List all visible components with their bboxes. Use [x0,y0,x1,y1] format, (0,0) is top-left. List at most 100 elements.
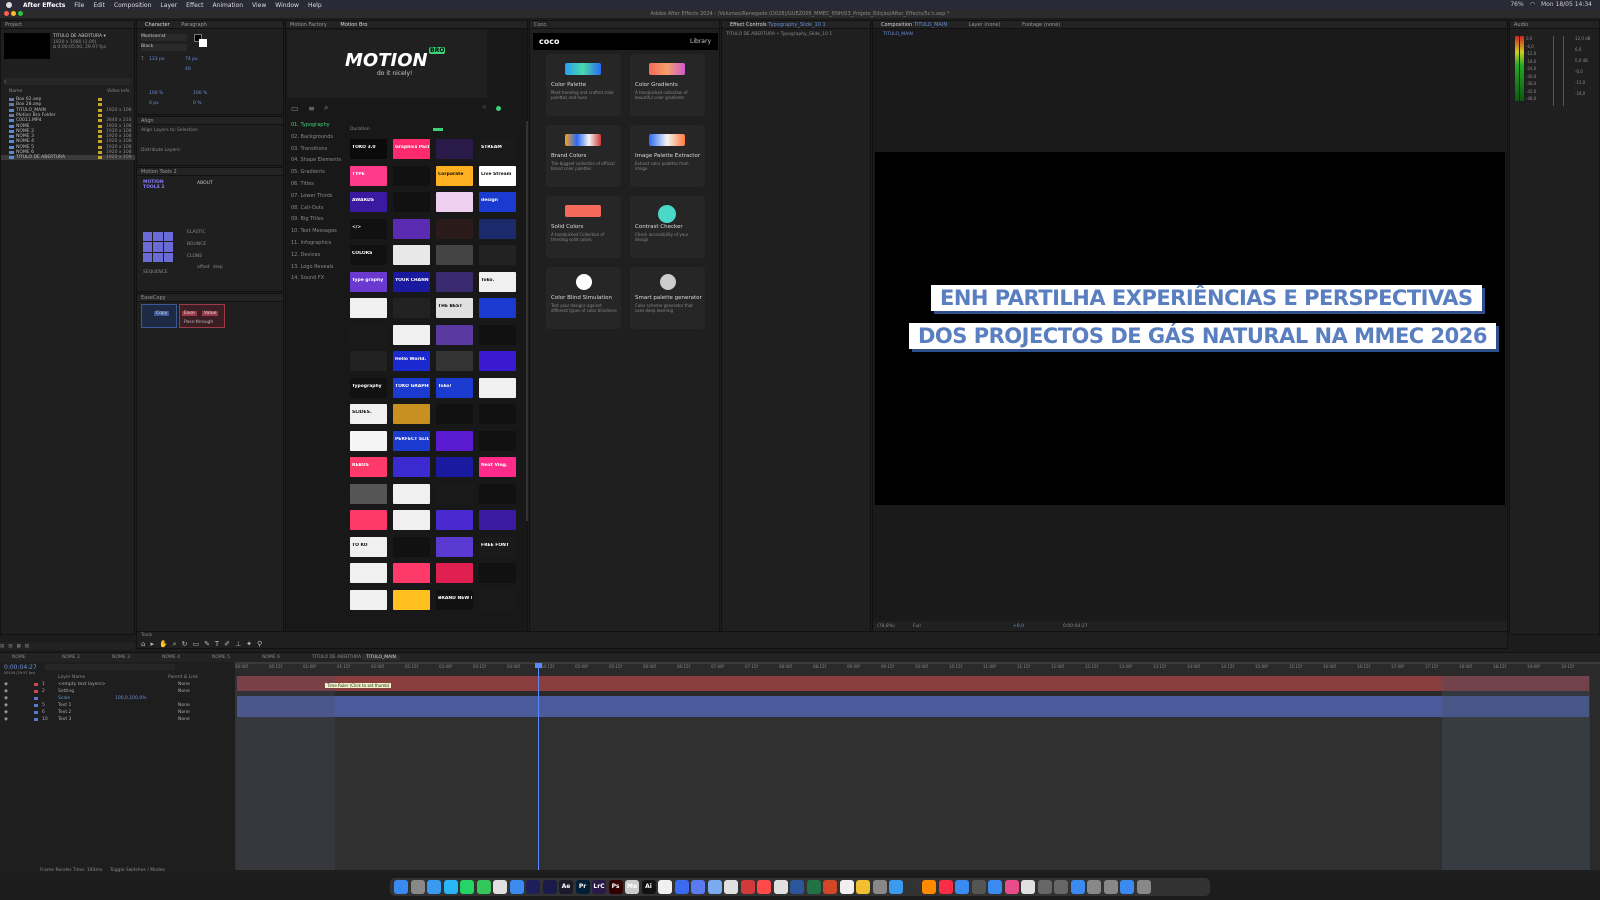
layer-label-swatch[interactable] [34,711,38,714]
tool-icons[interactable]: ⌂▸✋⌕↻▭✎T✐⊥✦⚲ [141,640,267,649]
dock-app-icon[interactable] [1054,880,1068,894]
menu-effect[interactable]: Effect [186,2,203,9]
tab-motion-factory[interactable]: Motion Factory [290,22,327,28]
visibility-icon[interactable]: ◉ [4,709,8,716]
preset-thumbnail[interactable] [479,430,516,451]
tab-footage[interactable]: Footage (none) [1022,22,1060,28]
preset-thumbnail[interactable]: THE BEST [436,298,473,318]
preset-thumbnail[interactable] [350,324,387,345]
menu-view[interactable]: View [252,2,266,9]
layer-name[interactable]: Text 3 [58,716,71,723]
col-parent[interactable]: Parent & Link [168,675,198,680]
tracking-value[interactable]: 40 [185,67,191,72]
dock-app-icon[interactable] [1037,880,1052,894]
label-color-swatch[interactable] [98,119,102,123]
layer-label-swatch[interactable] [34,697,38,700]
playhead-handle[interactable] [535,663,542,668]
tab-effect-controls[interactable]: Effect Controls [730,22,767,28]
layer-name[interactable]: <empty text layers> [58,681,105,688]
dock-app-icon[interactable] [493,880,507,894]
dock-app-icon[interactable] [971,880,986,894]
preset-thumbnail[interactable] [479,510,516,530]
time-ruler[interactable]: 00:00f 00:15f 01:00f 01:15f 02:00f 02:15f 03:0… [235,664,1600,673]
font-family-select[interactable]: Montserrat [141,34,187,41]
preset-thumbnail[interactable] [479,245,516,265]
project-item[interactable]: NOME 5 1920 x 108 [1,145,135,150]
leading-value[interactable]: 74 px [185,57,198,62]
preset-thumbnail[interactable] [479,351,516,371]
menu-edit[interactable]: Edit [93,2,105,9]
timeline-search-input[interactable] [45,664,175,670]
dock-app-icon[interactable] [1103,880,1118,894]
preset-thumbnail[interactable] [436,192,473,212]
dock-app-icon[interactable] [526,880,540,894]
dock-app-icon[interactable] [476,880,491,894]
preset-thumbnail[interactable] [350,483,387,504]
dock-app-icon[interactable] [1070,880,1085,894]
timeline-tab[interactable]: TITULO DE ABERTURA [312,655,361,660]
preset-thumbnail[interactable] [436,563,473,583]
preset-thumbnail[interactable]: TYPE [350,165,387,186]
preset-thumbnail[interactable]: TOKO GRAPHICS [393,377,430,398]
stroke-color-swatch[interactable] [199,39,207,47]
composition-viewer[interactable]: ENH PARTILHA EXPERIÊNCIAS E PERSPECTIVAS… [875,152,1505,505]
dock-app-icon[interactable] [1136,880,1151,894]
dock-app-icon[interactable] [443,880,458,894]
category-item[interactable]: 14. Sound FX [287,273,342,285]
preset-thumbnail[interactable]: YOUR CHANNEL [393,271,430,292]
preset-thumbnail[interactable]: SLIDES. [350,404,387,424]
dock-app-icon[interactable]: Ai [641,880,656,894]
dock-app-icon[interactable] [955,880,969,894]
dock-app-icon[interactable] [889,880,903,894]
duration-slider[interactable] [433,128,443,131]
dock-app-icon[interactable] [691,880,705,894]
dock-app-icon[interactable] [674,880,689,894]
preset-thumbnail[interactable]: Toko. [479,271,516,292]
dock-app-icon[interactable] [740,880,755,894]
menu-file[interactable]: File [74,2,84,9]
dock-app-icon[interactable] [773,880,788,894]
vertical-scale-value[interactable]: 100 % [149,91,163,96]
category-item[interactable]: 09. Big Titles [287,214,342,226]
layer-parent-select[interactable]: None [178,681,190,688]
playhead[interactable] [538,664,539,870]
dock-app-icon[interactable] [872,880,887,894]
layer-parent-select[interactable]: None [178,702,190,709]
layer-label-swatch[interactable] [34,683,38,686]
layer-row[interactable]: ◉ 6 Text 2 None [0,709,232,716]
layer-label-swatch[interactable] [34,718,38,721]
preset-thumbnail[interactable] [479,218,516,239]
layer-name[interactable]: Setting [58,688,74,695]
tab-coco[interactable]: Coco [530,21,719,29]
category-item[interactable]: 02. Backgrounds [287,132,342,144]
tab-paragraph[interactable]: Paragraph [181,22,207,28]
dock-app-icon[interactable] [757,880,771,894]
track-bar-red[interactable] [237,676,1589,691]
dock-app-icon[interactable] [394,880,408,894]
preset-thumbnail[interactable] [393,589,430,610]
category-item[interactable]: 04. Shape Elements [287,155,342,167]
preset-thumbnail[interactable] [436,324,473,345]
tab-character[interactable]: Character [145,22,170,28]
visibility-icon[interactable]: ◉ [4,716,8,723]
zoom-select[interactable]: (78,8%) [877,624,895,629]
dock-app-icon[interactable] [427,880,441,894]
preset-thumbnail[interactable] [436,245,473,265]
preset-thumbnail[interactable]: Corporate [436,165,473,186]
close-icon[interactable] [4,11,9,16]
preset-thumbnail[interactable] [436,536,473,557]
coco-card[interactable]: Image Palette Extractor Extract color pal… [630,125,705,187]
layer-row[interactable]: ◉ 10 Text 3 None [0,716,232,723]
battery-text[interactable]: 76% [1510,1,1523,8]
preset-thumbnail[interactable] [393,298,430,318]
project-item[interactable]: C0011.MP4 3840 x 216 [1,118,135,123]
preset-thumbnail[interactable] [436,218,473,239]
preset-thumbnail[interactable] [436,430,473,451]
preset-thumbnail[interactable]: AWARDS [350,192,387,212]
tab-tools[interactable]: Tools [137,632,1507,639]
sequence-button[interactable]: SEQUENCE [143,270,168,275]
paste-value-button[interactable]: Value [202,311,219,316]
layer-row[interactable]: ◉ 1 <empty text layers> None [0,681,232,688]
comp-name[interactable]: TITULO DE ABERTURA ▾ [53,34,106,39]
label-color-swatch[interactable] [98,129,102,133]
